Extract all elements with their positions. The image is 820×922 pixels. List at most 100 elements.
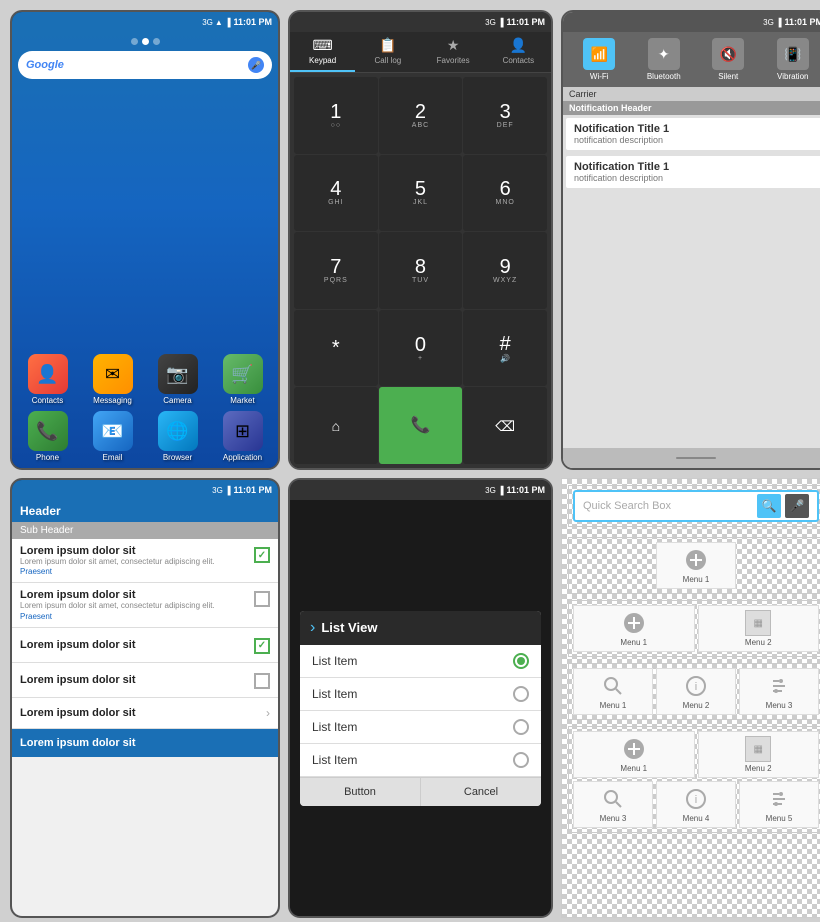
button-btn[interactable]: Button (300, 778, 420, 806)
toggle-silent[interactable]: 🔇 Silent (698, 38, 759, 81)
toggle-bluetooth[interactable]: ✦ Bluetooth (634, 38, 695, 81)
list-view-item-1-text: List Item (312, 654, 505, 668)
bottom-menu-2[interactable]: ▦ Menu 2 (698, 731, 820, 778)
double-menu-grid: Menu 1 ▦ Menu 2 (573, 605, 819, 652)
market-app[interactable]: 🛒 Market (213, 354, 272, 405)
toggle-vibration[interactable]: 📳 Vibration (763, 38, 820, 81)
tab-keypad[interactable]: ⌨ Keypad (290, 32, 355, 72)
key-hash[interactable]: # 🔊 (463, 310, 547, 387)
list-item-6[interactable]: Lorem ipsum dolor sit (12, 729, 278, 757)
contacts-tab-label: Contacts (503, 56, 535, 65)
messaging-app[interactable]: ✉ Messaging (83, 354, 142, 405)
checkbox-3[interactable] (254, 638, 270, 654)
tab-favorites[interactable]: ★ Favorites (421, 32, 486, 72)
radio-2[interactable] (513, 686, 529, 702)
key-star[interactable]: * (294, 310, 378, 387)
checkbox-2[interactable] (254, 591, 270, 607)
toggle-wifi[interactable]: 📶 Wi-Fi (569, 38, 630, 81)
notification-card-1[interactable]: Notification Title 1 notification descri… (566, 118, 820, 150)
tab-calllog[interactable]: 📋 Call log (355, 32, 420, 72)
status-bar-3: 3G ▐ 11:01 PM (563, 12, 820, 32)
call-button[interactable]: 📞 (379, 387, 463, 464)
bottom-menu-1[interactable]: Menu 1 (573, 731, 695, 778)
menu-triple-2[interactable]: i Menu 2 (656, 668, 736, 715)
key-9[interactable]: 9 WXYZ (463, 232, 547, 309)
chevron-icon: › (310, 619, 315, 637)
double-menu-section: Menu 1 ▦ Menu 2 (568, 600, 820, 657)
list-item-4[interactable]: Lorem ipsum dolor sit (12, 663, 278, 698)
browser-label: Browser (163, 453, 192, 462)
phone-app[interactable]: 📞 Phone (18, 411, 77, 462)
key-0[interactable]: 0 + (379, 310, 463, 387)
list-item-1-link[interactable]: Praesent (20, 567, 248, 576)
list-view-header: › List View (300, 611, 541, 645)
delete-button[interactable]: ⌫ (463, 387, 547, 464)
mic-button[interactable]: 🎤 (785, 494, 809, 518)
list-item-1[interactable]: Lorem ipsum dolor sit Lorem ipsum dolor … (12, 539, 278, 583)
checkbox-1[interactable] (254, 547, 270, 563)
menu-double-1[interactable]: Menu 1 (573, 605, 695, 652)
bottom-menu-row2: Menu 3 i Menu 4 Menu 5 (573, 781, 819, 828)
menu-single[interactable]: Menu 1 (656, 542, 736, 589)
key-1[interactable]: 1 ○○ (294, 77, 378, 154)
key-5[interactable]: 5 JKL (379, 155, 463, 232)
radio-1[interactable] (513, 653, 529, 669)
menu-double-1-label: Menu 1 (620, 638, 647, 647)
application-app[interactable]: ⊞ Application (213, 411, 272, 462)
notification-card-2[interactable]: Notification Title 1 notification descri… (566, 156, 820, 188)
quick-search-box[interactable]: Quick Search Box 🔍 🎤 (573, 490, 819, 522)
key-8[interactable]: 8 TUV (379, 232, 463, 309)
single-menu-container: Menu 1 (573, 542, 819, 589)
key-7[interactable]: 7 PQRS (294, 232, 378, 309)
bottom-menu-4[interactable]: i Menu 4 (656, 781, 736, 828)
search-button[interactable]: 🔍 (757, 494, 781, 518)
list-view-item-4[interactable]: List Item (300, 744, 541, 777)
list-item-5-text: Lorem ipsum dolor sit (20, 707, 260, 719)
notif-screen-body: 📶 Wi-Fi ✦ Bluetooth 🔇 Silent 📳 Vibration… (563, 32, 820, 468)
list-view-item-1[interactable]: List Item (300, 645, 541, 678)
list-item-2[interactable]: Lorem ipsum dolor sit Lorem ipsum dolor … (12, 583, 278, 627)
list-view-item-3[interactable]: List Item (300, 711, 541, 744)
key-3[interactable]: 3 DEF (463, 77, 547, 154)
bottom-menu-5[interactable]: Menu 5 (739, 781, 819, 828)
menu-triple-1[interactable]: Menu 1 (573, 668, 653, 715)
menu-double-2[interactable]: ▦ Menu 2 (698, 605, 820, 652)
cancel-btn[interactable]: Cancel (420, 778, 541, 806)
google-search-bar[interactable]: Google 🎤 (18, 51, 272, 79)
silent-toggle-icon: 🔇 (712, 38, 744, 70)
bottom-menu-3-search-icon (600, 786, 626, 812)
bottom-menu-row1: Menu 1 ▦ Menu 2 (573, 731, 819, 778)
list-item-4-text: Lorem ipsum dolor sit (20, 674, 248, 686)
key-2[interactable]: 2 ABC (379, 77, 463, 154)
list-item-6-text: Lorem ipsum dolor sit (20, 737, 270, 749)
key-6[interactable]: 6 MNO (463, 155, 547, 232)
tab-contacts[interactable]: 👤 Contacts (486, 32, 551, 72)
key-4[interactable]: 4 GHI (294, 155, 378, 232)
notif-title-2: Notification Title 1 (574, 161, 818, 173)
camera-app[interactable]: 📷 Camera (148, 354, 207, 405)
menu-triple-3[interactable]: Menu 3 (739, 668, 819, 715)
notif-desc-2: notification description (574, 173, 818, 183)
key-4-num: 4 (330, 179, 341, 199)
contacts-app[interactable]: 👤 Contacts (18, 354, 77, 405)
favorites-label: Favorites (437, 56, 470, 65)
list-item-5[interactable]: Lorem ipsum dolor sit › (12, 698, 278, 729)
menu-1-label: Menu 1 (683, 575, 710, 584)
checkbox-4[interactable] (254, 673, 270, 689)
key-2-letters: ABC (412, 122, 429, 129)
list-view-item-2[interactable]: List Item (300, 678, 541, 711)
key-9-letters: WXYZ (493, 277, 517, 284)
list-item-3[interactable]: Lorem ipsum dolor sit (12, 628, 278, 663)
key-3-num: 3 (500, 102, 511, 122)
key-7-letters: PQRS (324, 277, 348, 284)
email-app[interactable]: 📧 Email (83, 411, 142, 462)
bottom-menu-container: Menu 1 ▦ Menu 2 Menu 3 (573, 731, 819, 828)
browser-app[interactable]: 🌐 Browser (148, 411, 207, 462)
radio-3[interactable] (513, 719, 529, 735)
key-voicemail[interactable]: ⌂ (294, 387, 378, 464)
radio-4[interactable] (513, 752, 529, 768)
list-item-2-link[interactable]: Praesent (20, 612, 248, 621)
list-screen-body: Header Sub Header Lorem ipsum dolor sit … (12, 500, 278, 916)
bottom-menu-3[interactable]: Menu 3 (573, 781, 653, 828)
voice-search-icon[interactable]: 🎤 (248, 57, 264, 73)
